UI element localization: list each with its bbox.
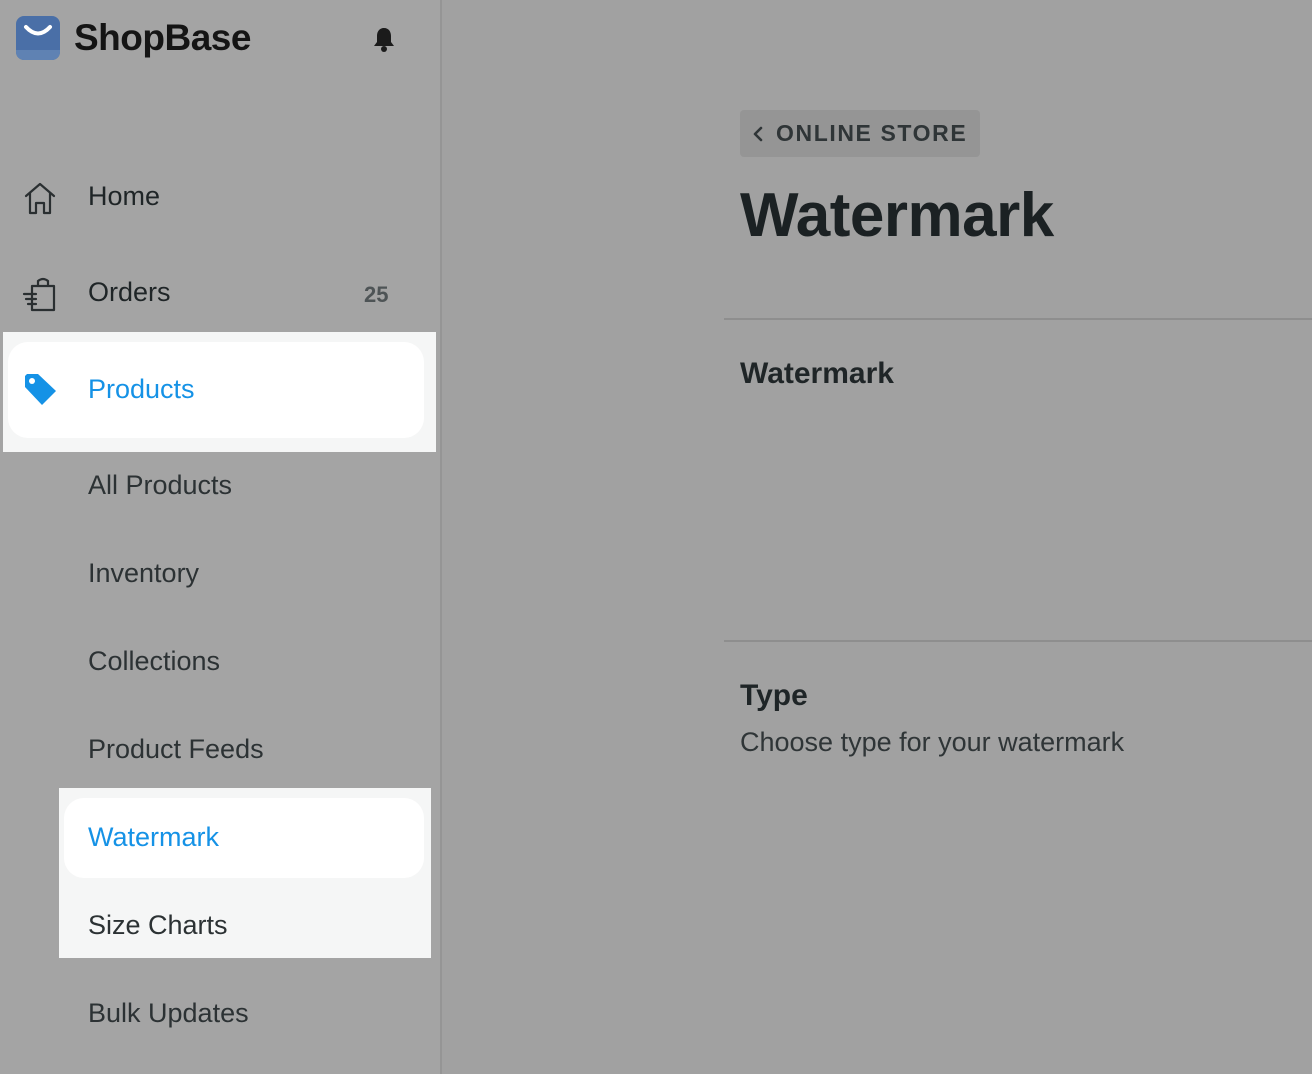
sidebar-subitem-bulk-updates[interactable]: Bulk Updates — [88, 998, 249, 1029]
sidebar-subitem-inventory[interactable]: Inventory — [88, 558, 199, 589]
back-to-online-store-button[interactable]: ONLINE STORE — [740, 110, 981, 157]
sidebar-subitem-all-products[interactable]: All Products — [88, 470, 232, 501]
brand-name: ShopBase — [74, 17, 251, 58]
home-icon — [22, 180, 58, 216]
main-content: ONLINE STORE Watermark Watermark Type Ch… — [442, 0, 1312, 1074]
shopbase-logo[interactable]: ShopBase — [16, 16, 251, 60]
tag-icon — [22, 372, 58, 408]
sidebar-item-label: Orders — [88, 277, 171, 307]
section-title-type: Type — [740, 679, 808, 712]
sidebar-item-orders[interactable]: Orders 25 — [0, 276, 440, 312]
orders-icon — [22, 276, 58, 312]
sidebar-item-products[interactable]: Products — [8, 342, 424, 438]
chevron-left-icon — [753, 126, 763, 141]
section-divider — [724, 640, 1312, 642]
sidebar-item-label: Home — [88, 181, 161, 211]
sidebar: ShopBase Home Orders 25 Products All Pro… — [0, 0, 442, 1074]
shopbase-bag-icon — [16, 16, 60, 60]
section-description-type: Choose type for your watermark — [740, 727, 1125, 757]
sidebar-subitem-size-charts[interactable]: Size Charts — [88, 910, 228, 941]
page-title: Watermark — [740, 181, 1054, 250]
section-title-watermark: Watermark — [740, 357, 894, 390]
bell-icon[interactable] — [372, 26, 396, 52]
orders-count-badge: 25 — [364, 282, 389, 307]
breadcrumb-label: ONLINE STORE — [776, 120, 968, 146]
sidebar-subitem-product-feeds[interactable]: Product Feeds — [88, 734, 264, 765]
sidebar-item-home[interactable]: Home — [0, 180, 440, 216]
section-divider — [724, 318, 1312, 320]
sidebar-item-label: Products — [88, 374, 195, 404]
sidebar-subitem-collections[interactable]: Collections — [88, 646, 220, 677]
sidebar-subitem-watermark[interactable]: Watermark — [88, 822, 219, 853]
